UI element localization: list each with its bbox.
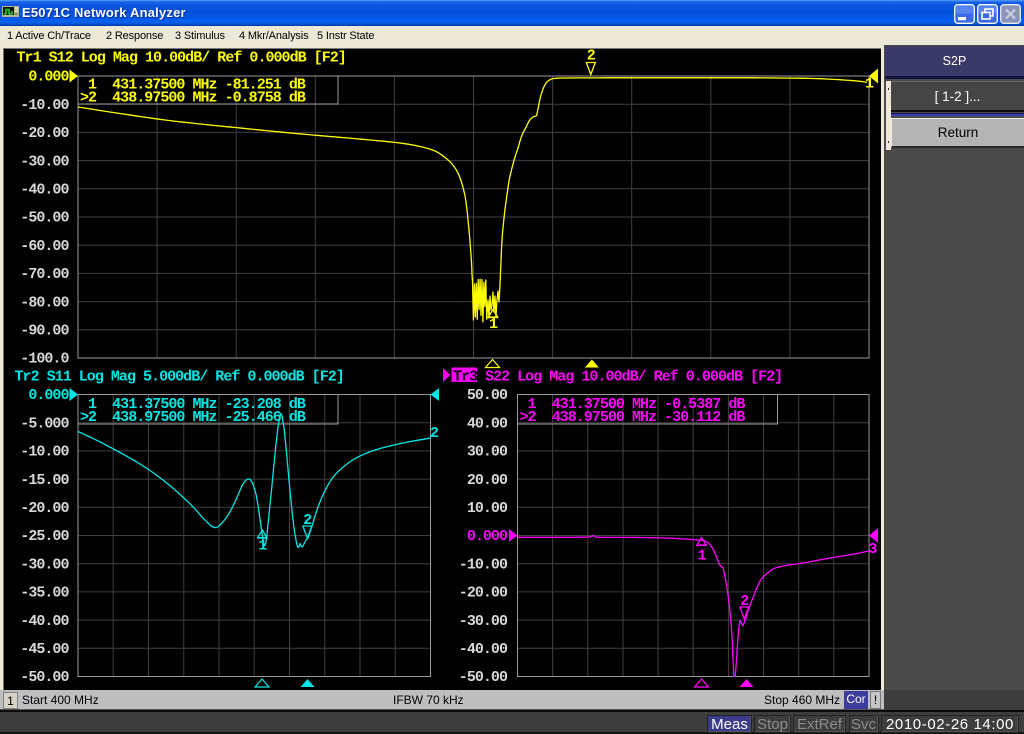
svg-text:-10.00: -10.00: [20, 444, 69, 461]
svg-text:-50.00: -50.00: [20, 669, 69, 686]
svg-text:Tr2 S11 Log Mag 5.000dB/ Ref 0: Tr2 S11 Log Mag 5.000dB/ Ref 0.000dB [F2…: [15, 369, 344, 386]
svg-text:1: 1: [258, 538, 267, 555]
svg-text:-45.00: -45.00: [20, 641, 69, 658]
svg-text:S22 Log Mag 10.00dB/ Ref 0.000: S22 Log Mag 10.00dB/ Ref 0.000dB [F2]: [485, 369, 782, 386]
svg-text:-80.00: -80.00: [20, 294, 69, 311]
svg-text:>2 438.97500 MHz -30.112 dB: >2 438.97500 MHz -30.112 dB: [520, 409, 746, 426]
svg-text:-20.00: -20.00: [20, 125, 69, 142]
svg-text:40.00: 40.00: [467, 415, 508, 432]
svg-text:30.00: 30.00: [467, 444, 508, 461]
svg-text:-10.00: -10.00: [20, 97, 69, 114]
svg-text:-10.00: -10.00: [459, 556, 508, 573]
svg-text:1: 1: [697, 548, 706, 565]
svg-text:-25.00: -25.00: [20, 528, 69, 545]
svg-text:-90.00: -90.00: [20, 323, 69, 340]
svg-text:-30.00: -30.00: [20, 153, 69, 170]
svg-text:2: 2: [740, 593, 749, 610]
svg-text:-100.0: -100.0: [20, 351, 69, 368]
svg-text:>2 438.97500 MHz -25.466 dB: >2 438.97500 MHz -25.466 dB: [80, 409, 306, 426]
svg-text:-30.00: -30.00: [459, 613, 508, 630]
svg-text:0.000: 0.000: [28, 387, 69, 404]
svg-text:1: 1: [865, 76, 874, 93]
svg-text:-30.00: -30.00: [20, 556, 69, 573]
svg-text:2: 2: [587, 48, 596, 65]
svg-text:0.000: 0.000: [467, 528, 508, 545]
svg-text:3: 3: [868, 541, 877, 558]
svg-text:1: 1: [489, 316, 498, 333]
svg-text:-15.00: -15.00: [20, 472, 69, 489]
svg-text:Tr1 S12 Log Mag 10.00dB/ Ref 0: Tr1 S12 Log Mag 10.00dB/ Ref 0.000dB [F2…: [17, 49, 346, 66]
svg-text:>2 438.97500 MHz -0.8758 dB: >2 438.97500 MHz -0.8758 dB: [80, 90, 306, 107]
svg-text:-50.00: -50.00: [459, 669, 508, 686]
svg-text:-40.00: -40.00: [459, 641, 508, 658]
svg-text:2: 2: [430, 425, 439, 442]
svg-text:-70.00: -70.00: [20, 266, 69, 283]
svg-text:20.00: 20.00: [467, 472, 508, 489]
svg-text:10.00: 10.00: [467, 500, 508, 517]
svg-text:-60.00: -60.00: [20, 238, 69, 255]
svg-text:-20.00: -20.00: [459, 585, 508, 602]
svg-text:-40.00: -40.00: [20, 613, 69, 630]
svg-text:Tr3: Tr3: [453, 369, 478, 386]
svg-text:50.00: 50.00: [467, 387, 508, 404]
svg-text:2: 2: [303, 512, 312, 529]
svg-text:-35.00: -35.00: [20, 585, 69, 602]
svg-text:-40.00: -40.00: [20, 182, 69, 199]
svg-text:-20.00: -20.00: [20, 500, 69, 517]
svg-text:-5.000: -5.000: [20, 415, 69, 432]
svg-text:0.000: 0.000: [28, 69, 69, 86]
svg-text:-50.00: -50.00: [20, 210, 69, 227]
